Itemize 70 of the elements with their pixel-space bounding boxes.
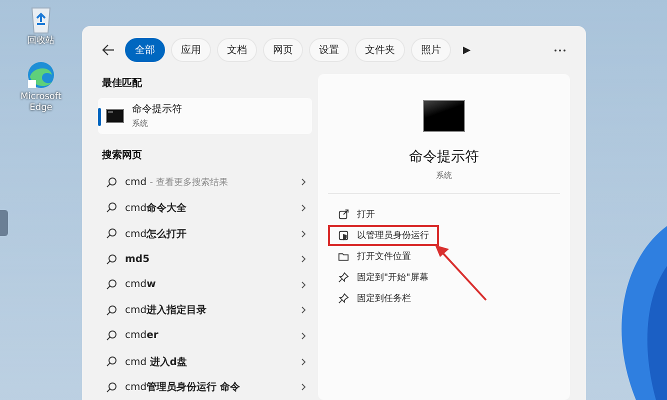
- web-search-result[interactable]: cmdw: [98, 272, 312, 298]
- terminal-icon: [106, 108, 124, 123]
- search-icon: [106, 176, 117, 188]
- filter-tab[interactable]: 文件夹: [355, 38, 405, 62]
- web-search-result[interactable]: cmd管理员身份运行 命令: [98, 374, 312, 400]
- folder-icon: [338, 251, 349, 262]
- search-suggestion: cmd进入指定目录: [125, 303, 208, 318]
- filter-tab[interactable]: 设置: [309, 38, 349, 62]
- chevron-right-icon: [301, 204, 306, 212]
- web-search-result[interactable]: cmd命令大全: [98, 195, 312, 221]
- action-item[interactable]: 以管理员身份运行: [328, 225, 439, 246]
- search-icon: [106, 356, 117, 368]
- chevron-right-icon: [301, 306, 306, 314]
- more-tabs-button[interactable]: ▶: [457, 44, 477, 56]
- chevron-right-icon: [301, 383, 306, 392]
- search-suggestion: md5: [125, 254, 151, 265]
- search-suggestion: cmd 进入d盘: [125, 356, 188, 369]
- search-icon: [106, 228, 117, 240]
- chevron-right-icon: [301, 332, 306, 340]
- external-link-icon: [338, 209, 349, 220]
- filter-tab[interactable]: 应用: [171, 38, 211, 62]
- web-search-result[interactable]: cmd怎么打开: [98, 220, 312, 246]
- desktop-icon-label: Microsoft Edge: [20, 92, 62, 114]
- section-heading: 最佳匹配: [101, 76, 143, 91]
- search-icon: [106, 382, 117, 393]
- shield-window-icon: [338, 230, 349, 241]
- action-item[interactable]: 固定到任务栏: [328, 288, 421, 309]
- ellipsis-icon: [554, 48, 566, 52]
- search-suggestion: cmd怎么打开: [125, 228, 188, 241]
- app-title: 命令提示符: [132, 103, 182, 116]
- browser-swirl-icon[interactable]: [26, 60, 56, 90]
- web-search-result[interactable]: cmd 进入d盘: [98, 348, 312, 374]
- web-search-result[interactable]: md5: [98, 246, 312, 272]
- search-suggestion: cmd - 查看更多搜索结果: [125, 176, 229, 189]
- web-search-result[interactable]: cmder: [98, 323, 312, 349]
- chevron-right-icon: [301, 255, 306, 264]
- chevron-right-icon: [301, 280, 306, 289]
- app-subtitle: 系统: [132, 118, 149, 130]
- section-heading: 搜索网页: [100, 148, 143, 163]
- search-icon: [106, 279, 117, 290]
- search-suggestion: cmder: [125, 330, 160, 342]
- chevron-right-icon: [301, 358, 306, 366]
- pin-icon: [338, 293, 349, 304]
- filter-tab[interactable]: 照片: [411, 38, 451, 62]
- action-item[interactable]: 打开文件位置: [328, 246, 421, 267]
- back-arrow-icon: [102, 44, 115, 56]
- search-icon: [106, 304, 117, 316]
- preview-title: 命令提示符: [409, 148, 479, 166]
- filter-tab[interactable]: 网页: [263, 38, 303, 62]
- search-suggestion: cmd命令大全: [125, 202, 188, 215]
- search-icon: [106, 202, 117, 214]
- web-search-result[interactable]: cmd进入指定目录: [98, 298, 312, 324]
- search-icon: [106, 330, 117, 342]
- preview-subtitle: 系统: [436, 170, 452, 181]
- search-suggestion: cmdw: [125, 279, 157, 290]
- filter-tab[interactable]: 文档: [217, 38, 257, 62]
- terminal-window-icon: [423, 100, 465, 132]
- chevron-right-icon: [301, 230, 306, 238]
- desktop-icon-label: 回收站: [26, 36, 56, 46]
- search-suggestion: cmd管理员身份运行 命令: [125, 380, 242, 394]
- side-handle[interactable]: [0, 210, 8, 236]
- action-item[interactable]: 打开: [328, 204, 385, 225]
- pin-icon: [338, 272, 349, 283]
- chevron-right-icon: [301, 178, 306, 186]
- web-search-result[interactable]: cmd - 查看更多搜索结果: [98, 170, 312, 196]
- filter-tab[interactable]: 全部: [125, 38, 165, 62]
- selection-indicator: [98, 108, 101, 126]
- action-item[interactable]: 固定到"开始"屏幕: [328, 267, 438, 288]
- search-icon: [106, 254, 117, 265]
- best-match-item[interactable]: 命令提示符 系统: [98, 98, 312, 134]
